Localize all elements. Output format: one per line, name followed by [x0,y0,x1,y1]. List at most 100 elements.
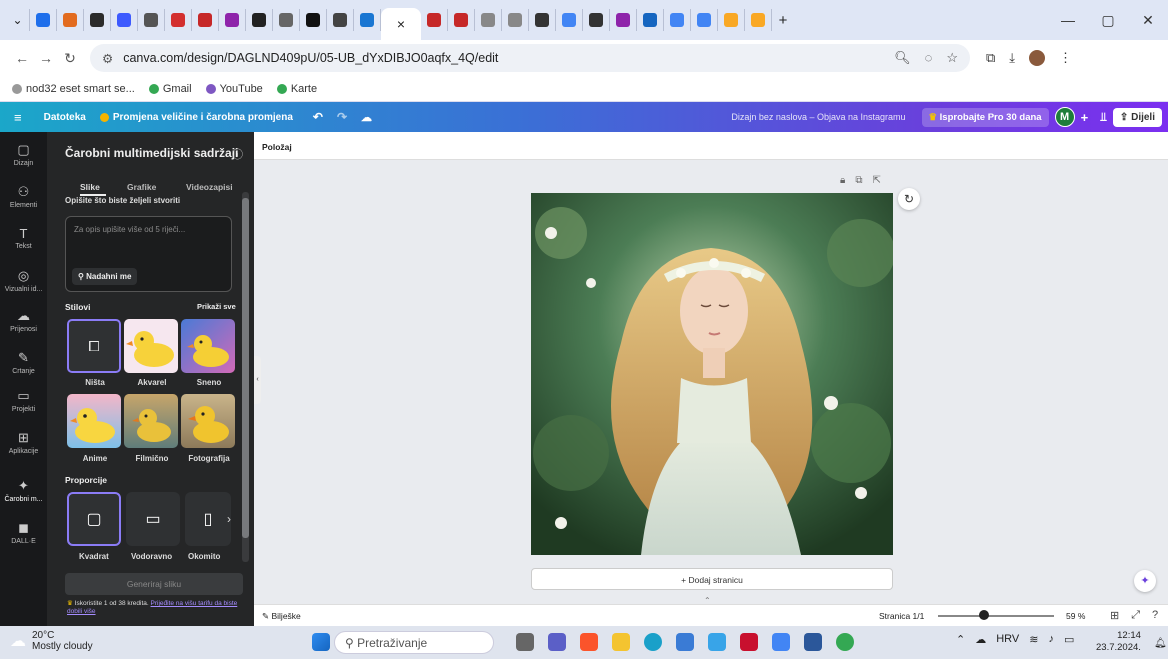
address-bar[interactable]: ⚙ canva.com/design/DAGLND409pU/05-UB_dYx… [90,44,970,72]
star-icon[interactable]: ☆ [946,50,958,66]
onedrive-icon[interactable]: ☁ [975,633,986,646]
rail-item-crtanje[interactable]: ✎ Crtanje [0,350,47,375]
store-icon[interactable] [676,633,694,651]
ratio-square-button[interactable]: ▢ [67,492,121,546]
tab-22[interactable] [610,9,637,31]
tab-12[interactable] [327,9,354,31]
tab-15[interactable] [421,9,448,31]
tab-8[interactable] [219,9,246,31]
tab-24[interactable] [664,9,691,31]
page-indicator[interactable]: Stranica 1/1 [879,611,924,621]
tab-1[interactable] [30,9,57,31]
file-menu[interactable]: Datoteka [44,112,86,123]
style-none-tile[interactable]: ⧠ [67,319,121,373]
close-icon[interactable]: × [397,16,405,32]
grid-view-icon[interactable]: ⊞ [1110,609,1119,622]
canvas-image[interactable] [531,193,893,555]
zoom-slider[interactable] [938,615,1054,617]
bookmark-item[interactable]: nod32 eset smart se... [12,83,135,95]
tab-videos[interactable]: Videozapisi [186,182,233,192]
download-icon[interactable]: ⤓ [1009,50,1015,66]
bookmark-item[interactable]: YouTube [205,83,263,95]
windows-start-icon[interactable] [312,633,330,651]
lock-icon[interactable]: 🔒︎ [840,175,845,186]
ratio-landscape-button[interactable]: ▭ [126,492,180,546]
rail-item-tekst[interactable]: T Tekst [0,226,47,250]
tab-27[interactable] [745,9,772,31]
scrollbar-thumb[interactable] [242,198,249,538]
tab-5[interactable] [138,9,165,31]
collapse-panel-handle[interactable]: ‹ [254,356,261,404]
tab-21[interactable] [583,9,610,31]
style-anime-tile[interactable] [67,394,121,448]
tab-20[interactable] [556,9,583,31]
insights-icon[interactable]: ⫫ [1100,110,1107,125]
tab-search-button[interactable]: ⌄ [6,9,30,31]
ratio-scroll-right-icon[interactable]: › [227,512,231,526]
undo-icon[interactable]: ↶ [313,110,323,124]
bookmark-item[interactable]: Gmail [148,83,192,95]
add-page-icon[interactable]: ⇱ [872,175,880,186]
volume-icon[interactable]: ♪ [1048,633,1054,646]
restore-button[interactable]: ▢ [1088,12,1128,29]
cloud-save-icon[interactable]: ☁ [361,111,372,124]
tab-graphics[interactable]: Grafike [127,182,156,192]
zoom-value[interactable]: 59 % [1066,611,1085,621]
rail-item-prijenosi[interactable]: ☁ Prijenosi [0,308,47,333]
tab-17[interactable] [475,9,502,31]
panel-scrollbar[interactable] [242,192,249,562]
info-icon[interactable]: ⓘ [232,146,243,162]
position-button[interactable]: Položaj [262,142,292,152]
new-tab-button[interactable]: + [772,9,794,31]
tab-10[interactable] [273,9,300,31]
language-indicator[interactable]: HRV [996,633,1019,646]
style-cinematic-tile[interactable] [124,394,178,448]
eye-off-icon[interactable]: ◌ [925,50,933,66]
style-dreamy-tile[interactable] [181,319,235,373]
inspire-button[interactable]: ⚲ Nadahni me [72,268,138,285]
rail-item-čarobni-m-[interactable]: ✦ Čarobni m... [0,478,47,503]
rail-item-vizualni-id-[interactable]: ◎ Vizualni id... [0,268,47,293]
main-menu-icon[interactable]: ≡ [14,110,22,125]
tab-9[interactable] [246,9,273,31]
styles-see-all-link[interactable]: Prikaži sve [197,302,236,311]
tray-chevron-icon[interactable]: ⌃ [956,633,965,646]
zoom-icon[interactable]: 🔍︎ [894,50,911,66]
active-tab[interactable]: × [381,8,421,40]
rail-item-aplikacije[interactable]: ⊞ Aplikacije [0,430,47,455]
tab-18[interactable] [502,9,529,31]
redo-icon[interactable]: ↷ [337,110,347,124]
zoom-slider-thumb[interactable] [979,610,990,620]
magic-assistant-icon[interactable]: ✦ [1134,570,1156,592]
ratio-portrait-button[interactable]: ▯ [185,492,231,546]
share-button[interactable]: ⇪ Dijeli [1112,107,1162,127]
close-window-button[interactable]: ✕ [1128,12,1168,29]
tab-4[interactable] [111,9,138,31]
tab-6[interactable] [165,9,192,31]
tab-19[interactable] [529,9,556,31]
app-icon[interactable] [708,633,726,651]
battery-icon[interactable]: ▭ [1064,633,1074,646]
brave-icon[interactable] [580,633,598,651]
menu-icon[interactable]: ⋮ [1059,50,1072,66]
chat-app-icon[interactable] [772,633,790,651]
tab-images[interactable]: Slike [80,182,100,192]
tab-26[interactable] [718,9,745,31]
style-photo-tile[interactable] [181,394,235,448]
tab-11[interactable] [300,9,327,31]
forward-button[interactable]: → [34,50,58,66]
taskbar-search[interactable]: ⚲ Pretraživanje [334,631,494,654]
tab-3[interactable] [84,9,111,31]
add-collaborator-button[interactable]: + [1081,110,1089,125]
folder-icon[interactable] [612,633,630,651]
help-icon[interactable]: ? [1152,609,1158,622]
notes-button[interactable]: ✎ Bilješke [262,611,301,622]
weather-widget[interactable]: ☁ 20°C Mostly cloudy [10,630,93,652]
user-avatar[interactable]: M [1054,107,1075,127]
tab-25[interactable] [691,9,718,31]
duplicate-icon[interactable]: ⧉ [855,175,862,186]
bookmark-item[interactable]: Karte [276,83,317,95]
back-button[interactable]: ← [10,50,34,66]
minimize-button[interactable]: — [1048,12,1088,28]
resize-button[interactable]: Promjena veličine i čarobna promjena [99,112,293,123]
